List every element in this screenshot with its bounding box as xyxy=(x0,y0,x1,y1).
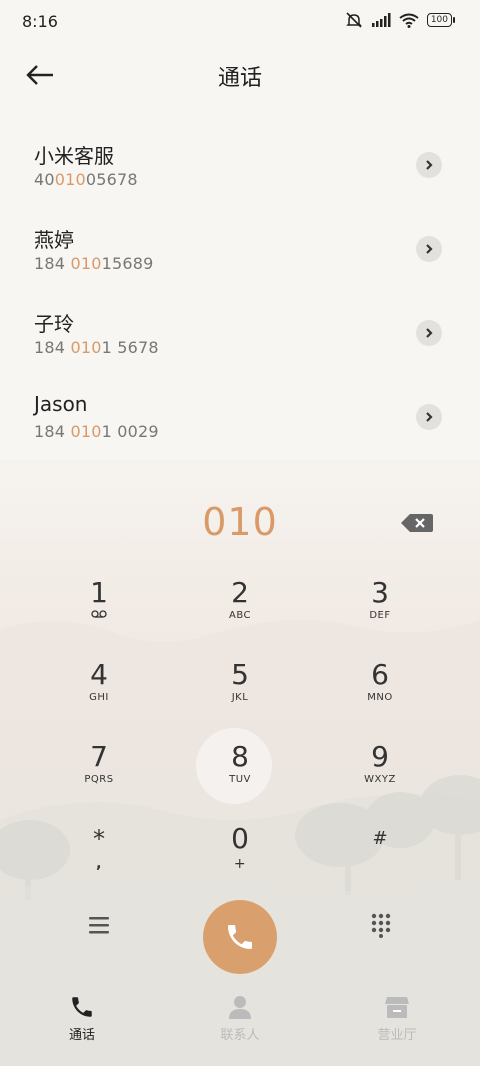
store-icon xyxy=(385,997,409,1018)
page-title: 通话 xyxy=(217,66,262,91)
status-icons: 100 xyxy=(345,12,456,28)
key-digit: 0 xyxy=(231,822,249,855)
tab-calls[interactable]: 通话 xyxy=(27,994,137,1043)
key-letters: GHI xyxy=(89,692,109,703)
key-8[interactable]: 8 TUV xyxy=(170,736,310,816)
key-7[interactable]: 7 PQRS xyxy=(29,736,169,816)
matched-digits: 010 xyxy=(70,422,102,441)
contact-number: 184 0101 0029 xyxy=(34,422,159,441)
key-digit: 2 xyxy=(231,576,249,609)
dialer-actions xyxy=(0,900,480,974)
contact-number: 4001005678 xyxy=(34,170,138,189)
key-digit: 5 xyxy=(231,658,249,691)
matched-digits: 010 xyxy=(54,170,86,189)
key-letters: TUV xyxy=(229,774,251,785)
key-3[interactable]: 3 DEF xyxy=(310,572,450,652)
key-digit: 3 xyxy=(371,576,389,609)
person-icon xyxy=(229,996,251,1019)
header: 通话 xyxy=(0,52,480,98)
contact-name: 小米客服 xyxy=(34,144,114,168)
phone-icon xyxy=(72,997,92,1017)
chevron-right-icon xyxy=(426,412,433,422)
dialpad-icon xyxy=(371,913,391,938)
contact-detail-button[interactable] xyxy=(416,152,442,178)
key-letters: PQRS xyxy=(84,774,114,785)
signal-icon xyxy=(371,13,391,27)
wifi-icon xyxy=(399,13,419,28)
backspace-icon xyxy=(401,514,433,532)
key-letters: DEF xyxy=(369,610,391,621)
matched-digits: 010 xyxy=(70,338,102,357)
backspace-button[interactable] xyxy=(400,512,434,534)
key-6[interactable]: 6 MNO xyxy=(310,654,450,734)
key-digit: 8 xyxy=(231,740,249,773)
contact-detail-button[interactable] xyxy=(416,236,442,262)
contact-detail-button[interactable] xyxy=(416,404,442,430)
chevron-right-icon xyxy=(426,328,433,338)
contact-detail-button[interactable] xyxy=(416,320,442,346)
status-time: 8:16 xyxy=(22,12,58,31)
tab-label: 通话 xyxy=(68,1028,95,1043)
list-item[interactable]: 燕婷 184 01015689 xyxy=(0,208,480,292)
key-1[interactable]: 1 xyxy=(29,572,169,652)
key-letters: ABC xyxy=(228,610,251,621)
key-digit: 6 xyxy=(371,658,389,691)
bottom-tab-bar: 通话 联系人 营业厅 xyxy=(0,990,480,1066)
status-bar: 8:16 100 xyxy=(0,0,480,44)
key-letters: , xyxy=(96,856,102,872)
list-item[interactable]: 小米客服 4001005678 xyxy=(0,124,480,208)
tab-service-hall[interactable]: 营业厅 xyxy=(342,994,452,1043)
contact-name: Jason xyxy=(34,392,88,416)
key-digit: 9 xyxy=(371,740,389,773)
phone-icon xyxy=(228,925,252,949)
tab-label: 联系人 xyxy=(220,1028,260,1043)
key-digit: # xyxy=(372,828,388,849)
key-digit: 4 xyxy=(90,658,108,691)
key-digit: 7 xyxy=(90,740,108,773)
key-digit: * xyxy=(93,825,105,853)
contact-number: 184 0101 5678 xyxy=(34,338,159,357)
keypad-toggle-button[interactable] xyxy=(368,912,394,938)
battery-icon: 100 xyxy=(426,13,456,27)
key-0[interactable]: 0 + xyxy=(170,818,310,898)
contact-name: 燕婷 xyxy=(34,228,74,252)
key-4[interactable]: 4 GHI xyxy=(29,654,169,734)
voicemail-icon xyxy=(91,610,107,618)
key-letters: JKL xyxy=(231,692,249,703)
menu-button[interactable] xyxy=(86,914,112,936)
list-item[interactable]: Jason 184 0101 0029 xyxy=(0,376,480,460)
key-digit: 1 xyxy=(90,576,108,609)
key-5[interactable]: 5 JKL xyxy=(170,654,310,734)
key-star[interactable]: * , xyxy=(29,818,169,898)
contact-number: 184 01015689 xyxy=(34,254,154,273)
key-2[interactable]: 2 ABC xyxy=(170,572,310,652)
key-letters: + xyxy=(233,856,247,872)
key-letters: WXYZ xyxy=(364,774,396,785)
key-hash[interactable]: # xyxy=(310,818,450,898)
key-9[interactable]: 9 WXYZ xyxy=(310,736,450,816)
notifications-muted-icon xyxy=(346,12,362,28)
chevron-right-icon xyxy=(426,160,433,170)
contact-name: 子玲 xyxy=(34,312,74,336)
contact-suggestions-list: 小米客服 4001005678 燕婷 184 01015689 子玲 184 0… xyxy=(0,124,480,460)
tab-label: 营业厅 xyxy=(377,1028,417,1043)
tab-contacts[interactable]: 联系人 xyxy=(185,994,295,1043)
call-button[interactable] xyxy=(203,900,277,974)
chevron-right-icon xyxy=(426,244,433,254)
matched-digits: 010 xyxy=(70,254,102,273)
list-item[interactable]: 子玲 184 0101 5678 xyxy=(0,292,480,376)
key-letters: MNO xyxy=(367,692,393,703)
menu-icon xyxy=(89,917,109,934)
